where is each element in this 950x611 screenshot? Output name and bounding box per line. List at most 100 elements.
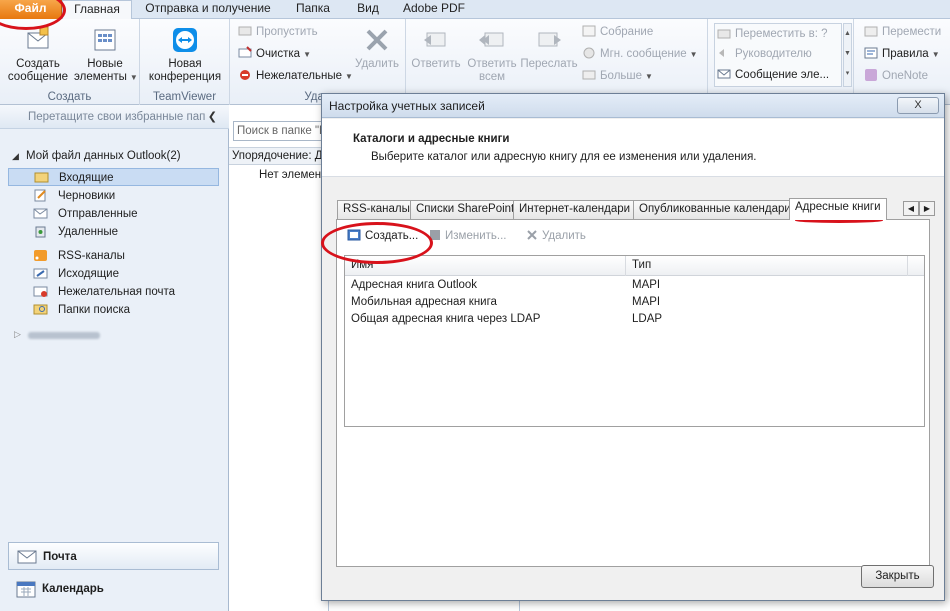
- delete-label: Удалить: [355, 58, 399, 70]
- quick-step-team-label: Сообщение эле...: [735, 69, 830, 81]
- tab-view[interactable]: Вид: [348, 0, 388, 19]
- folder-deleted-label: Удаленные: [58, 226, 118, 238]
- delete-ab-label: Удалить: [542, 230, 586, 242]
- drafts-icon: [34, 189, 46, 202]
- folder-outbox[interactable]: Исходящие: [8, 265, 219, 283]
- folder-deleted[interactable]: Удаленные: [8, 223, 219, 241]
- quick-step-move-to[interactable]: Переместить в: ?: [717, 25, 828, 43]
- folder-rss-label: RSS-каналы: [58, 250, 125, 262]
- favorites-drop-hint: Перетащите свои избранные пап ❮: [0, 105, 229, 129]
- tab-published-calendars[interactable]: Опубликованные календари: [633, 200, 797, 219]
- onenote-label: OneNote: [882, 70, 929, 82]
- expand-triangle-icon[interactable]: ◢: [12, 147, 19, 165]
- delete-address-book-button[interactable]: Удалить: [526, 229, 586, 242]
- reply-button[interactable]: Ответить: [408, 25, 464, 71]
- table-row[interactable]: Общая адресная книга через LDAP LDAP: [345, 311, 924, 328]
- more-button[interactable]: Больше ▼: [582, 67, 653, 85]
- chevron-down-icon: ▼: [345, 72, 353, 81]
- expand-account-icon[interactable]: ▷: [14, 329, 21, 340]
- tab-file[interactable]: Файл: [0, 0, 62, 19]
- meeting-button[interactable]: Собрание: [582, 23, 653, 41]
- column-name-header[interactable]: Имя: [345, 256, 626, 276]
- new-conference-button[interactable]: Новая конференция: [144, 25, 226, 84]
- new-conference-label: Новая конференция: [148, 58, 222, 83]
- rules-label: Правила: [882, 48, 929, 60]
- folder-inbox[interactable]: Входящие: [8, 168, 219, 186]
- blurred-account-name: [28, 332, 100, 339]
- folder-rss[interactable]: RSS-каналы: [8, 247, 219, 265]
- tab-send-receive[interactable]: Отправка и получение: [138, 0, 278, 19]
- folder-junk-label: Нежелательная почта: [58, 286, 176, 298]
- move-label: Перемести: [882, 26, 942, 38]
- im-button[interactable]: Мгн. сообщение ▼: [582, 45, 698, 63]
- onenote-button[interactable]: OneNote: [864, 67, 928, 85]
- chevron-down-icon: ▼: [931, 50, 940, 59]
- quick-step-move-label: Переместить в: ?: [735, 28, 828, 40]
- column-type-header[interactable]: Тип: [626, 256, 908, 276]
- reply-icon: [424, 32, 446, 47]
- row-name: Адресная книга Outlook: [351, 279, 478, 291]
- table-row[interactable]: Мобильная адресная книга MAPI: [345, 294, 924, 311]
- new-message-label: Создать сообщение: [7, 58, 69, 83]
- dialog-header-subtitle: Выберите каталог или адресную книгу для …: [371, 151, 757, 163]
- new-items-button[interactable]: Новые элементы ▼: [74, 25, 138, 84]
- edit-label: Изменить...: [445, 230, 507, 242]
- edit-address-book-button[interactable]: Изменить...: [429, 229, 506, 242]
- folder-search-label: Папки поиска: [58, 304, 131, 316]
- nav-mail-button[interactable]: Почта: [8, 542, 219, 570]
- tab-adobe-pdf[interactable]: Adobe PDF: [398, 0, 470, 19]
- forward-button[interactable]: Переслать: [520, 25, 578, 71]
- arrange-by-header[interactable]: Упорядочение: Дата: [229, 147, 329, 165]
- close-button[interactable]: Закрыть: [861, 565, 934, 588]
- ignore-label: Пропустить: [256, 26, 318, 38]
- folder-junk[interactable]: Нежелательная почта: [8, 283, 219, 301]
- ignore-button[interactable]: Пропустить: [238, 23, 318, 41]
- folder-drafts[interactable]: Черновики: [8, 187, 219, 205]
- folder-outbox-label: Исходящие: [58, 268, 119, 280]
- chevron-down-icon: ▼: [303, 50, 311, 59]
- tab-sharepoint-lists[interactable]: Списки SharePoint: [410, 200, 521, 219]
- nav-calendar-label: Календарь: [42, 583, 104, 595]
- cleanup-icon: [238, 46, 252, 58]
- create-address-book-button[interactable]: Создать...: [347, 229, 418, 242]
- delete-button[interactable]: Удалить: [352, 25, 402, 71]
- nav-calendar-button[interactable]: Календарь: [8, 575, 219, 603]
- tab-address-books[interactable]: Адресные книги: [789, 198, 887, 220]
- message-list-pane: Поиск в папке "Входящие" Упорядочение: Д…: [229, 105, 339, 611]
- quick-step-team-email[interactable]: Сообщение эле...: [717, 66, 829, 84]
- forward-icon: [538, 32, 561, 47]
- table-row[interactable]: Адресная книга Outlook MAPI: [345, 277, 924, 294]
- collapse-nav-icon[interactable]: ❮: [208, 105, 217, 129]
- quick-steps-scroll[interactable]: ▲ ▼ ▾: [843, 23, 852, 87]
- move-icon: [864, 26, 878, 37]
- tab-folder[interactable]: Папка: [288, 0, 338, 19]
- navigation-pane: Перетащите свои избранные пап ❮ ◢ Мой фа…: [0, 105, 229, 611]
- junk-button[interactable]: Нежелательные ▼: [238, 67, 353, 85]
- tab-internet-calendars[interactable]: Интернет-календари: [513, 200, 637, 219]
- move-button[interactable]: Перемести: [864, 23, 941, 41]
- tab-rss-feeds[interactable]: RSS-каналы: [337, 200, 416, 219]
- rules-button[interactable]: Правила ▼: [864, 45, 940, 63]
- onenote-icon: [865, 69, 877, 81]
- tab-home[interactable]: Главная: [62, 0, 132, 20]
- row-type: MAPI: [632, 296, 661, 308]
- deleted-icon: [35, 226, 46, 238]
- search-input[interactable]: Поиск в папке "Входящие": [233, 121, 329, 141]
- dialog-close-button[interactable]: X: [897, 97, 939, 114]
- tab-scroll-left-icon[interactable]: ◀: [903, 201, 919, 216]
- new-message-button[interactable]: Создать сообщение: [4, 25, 72, 84]
- address-book-list: Имя Тип Адресная книга Outlook MAPI Моби…: [344, 255, 925, 427]
- folder-inbox-label: Входящие: [59, 172, 114, 184]
- delete-x-icon: [366, 29, 388, 51]
- dialog-header-title: Каталоги и адресные книги: [353, 133, 510, 145]
- tab-scroll-right-icon[interactable]: ▶: [919, 201, 935, 216]
- folder-search[interactable]: Папки поиска: [8, 301, 219, 319]
- cleanup-button[interactable]: Очистка ▼: [238, 45, 311, 63]
- quick-step-manager[interactable]: Руководителю: [717, 45, 812, 63]
- im-icon: [583, 47, 595, 59]
- folder-sent[interactable]: Отправленные: [8, 205, 219, 223]
- address-books-panel: Создать... Изменить... Удалить Имя Тип А…: [336, 219, 930, 567]
- new-message-icon: [27, 26, 49, 49]
- reply-all-button[interactable]: Ответить всем: [464, 25, 520, 84]
- datafile-root[interactable]: ◢ Мой файл данных Outlook(2): [2, 147, 213, 165]
